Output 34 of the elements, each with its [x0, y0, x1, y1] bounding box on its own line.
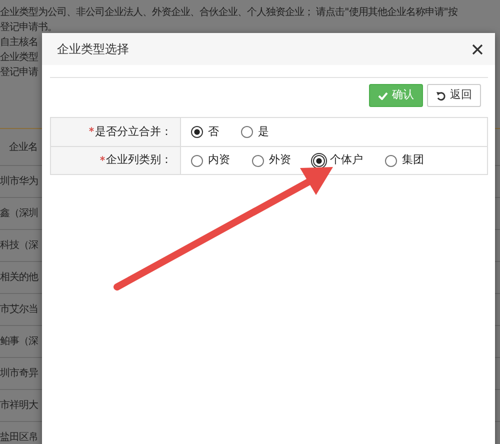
table-cell-text: 相关的他: [0, 270, 38, 285]
option-label: 个体户: [330, 152, 363, 168]
check-icon: [378, 92, 388, 100]
undo-icon: [436, 90, 446, 100]
option-label: 内资: [208, 152, 230, 168]
radio-button[interactable]: [385, 154, 397, 166]
radio-button[interactable]: [313, 154, 325, 166]
table-cell-text: 盐田区帛: [0, 430, 38, 444]
table-cell-text: 科技（深: [0, 238, 38, 253]
table-cell-text: 鑫（深圳: [0, 206, 38, 221]
back-button[interactable]: 返回: [427, 84, 481, 107]
field-label: 企业列类别：: [106, 152, 172, 168]
notice-text: 企业类型为公司、非公司企业法人、外资企业、合伙企业、个人独资企业； 请点击"使用其他企业名称申请"按: [0, 6, 458, 20]
notice-text: 企业类型: [0, 50, 38, 65]
radio-button[interactable]: [191, 154, 203, 166]
radio-button[interactable]: [191, 126, 203, 138]
notice-text: 登记申请书。: [0, 20, 57, 35]
notice-text: 自主核名: [0, 36, 38, 50]
option-label: 是: [258, 124, 269, 140]
table-cell-text: 圳市华为: [0, 174, 38, 189]
option-label: 否: [208, 124, 219, 140]
table-cell-text: 鲌事（深: [0, 334, 38, 349]
field-label: 是否分立合并：: [95, 124, 172, 140]
table-cell-text: 市艾尔当: [0, 302, 38, 317]
close-icon[interactable]: [472, 44, 483, 54]
option-label: 外资: [269, 152, 291, 168]
dialog-title: 企业类型选择: [57, 41, 129, 58]
column-header: 企业名: [9, 140, 38, 154]
table-cell-text: 圳市奇异: [0, 366, 38, 381]
radio-button[interactable]: [252, 154, 264, 166]
notice-text: 登记申请: [0, 66, 38, 80]
option-label: 集团: [402, 152, 424, 168]
radio-button[interactable]: [241, 126, 253, 138]
table-cell-text: 市祥明大: [0, 398, 38, 413]
